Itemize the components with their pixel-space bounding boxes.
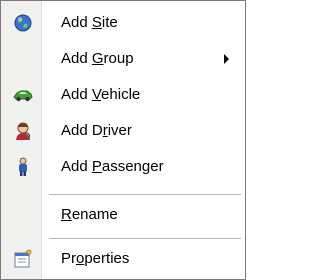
globe-icon [13,13,33,33]
menu-item-add-site[interactable]: Add Site [1,5,245,41]
menu-item-label: Add Driver [61,122,132,139]
properties-icon [13,249,33,269]
submenu-arrow-icon [224,54,229,64]
menu-item-rename[interactable]: Rename [1,197,245,233]
menu-separator [49,238,241,239]
menu-item-label: Add Passenger [61,158,164,175]
menu-item-label: Properties [61,250,130,267]
menu-item-label: Add Vehicle [61,86,141,103]
menu-separator [49,194,241,195]
car-icon [13,85,33,105]
menu-item-label: Rename [61,206,118,223]
driver-icon [13,121,33,141]
menu-item-properties[interactable]: Properties [1,241,245,277]
menu-item-add-vehicle[interactable]: Add Vehicle [1,77,245,113]
menu-item-label: Add Site [61,14,118,31]
menu-item-add-passenger[interactable]: Add Passenger [1,149,245,185]
context-menu: Add Site Add Group Add Vehicle Add Drive… [0,0,246,280]
menu-item-add-driver[interactable]: Add Driver [1,113,245,149]
menu-item-add-group[interactable]: Add Group [1,41,245,77]
passenger-icon [13,157,33,177]
menu-item-label: Add Group [61,50,134,67]
